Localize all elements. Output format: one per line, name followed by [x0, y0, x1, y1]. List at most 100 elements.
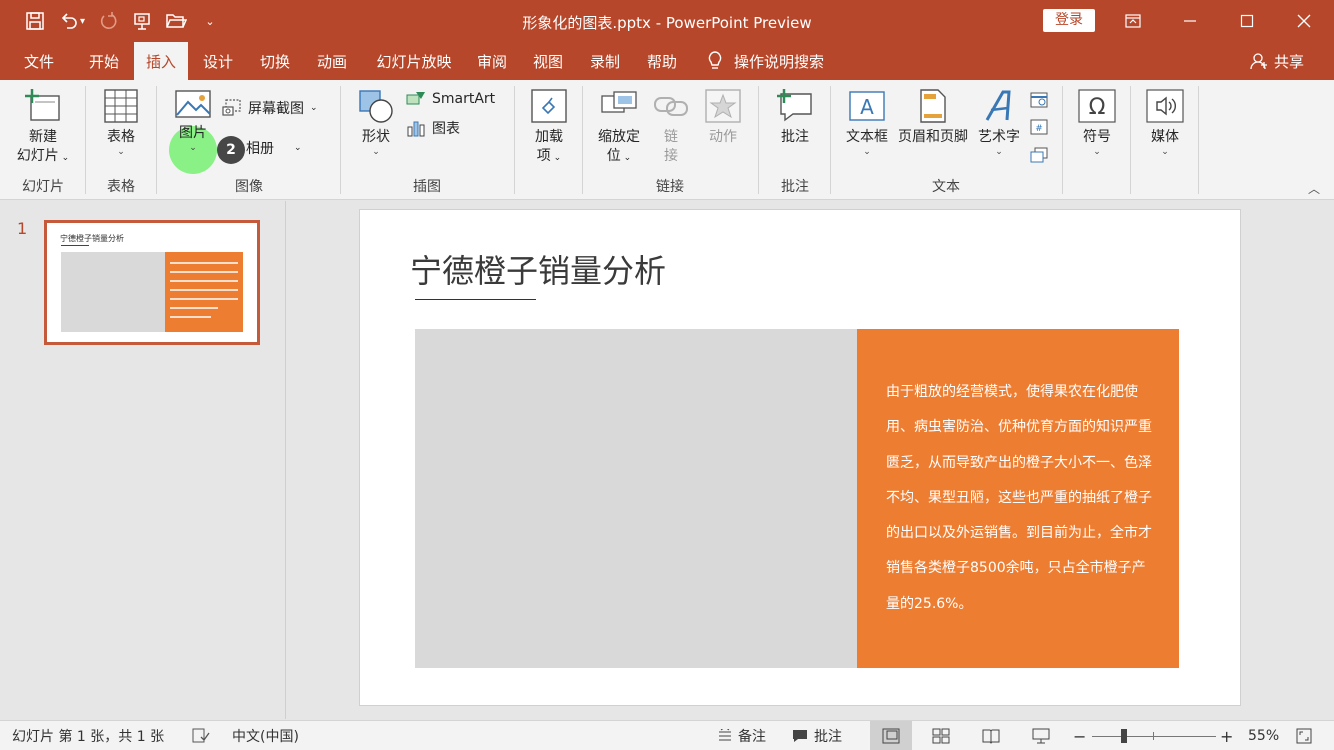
- tab-transitions[interactable]: 切换: [249, 42, 301, 80]
- ribbon-separator: [156, 86, 157, 194]
- table-button[interactable]: 表格 ⌄: [98, 88, 144, 157]
- ribbon-separator: [340, 86, 341, 194]
- share-button[interactable]: 共享: [1250, 42, 1304, 80]
- tab-view[interactable]: 视图: [522, 42, 574, 80]
- slide-sorter-view-icon[interactable]: [920, 721, 962, 750]
- smartart-button[interactable]: SmartArt: [406, 90, 495, 108]
- smartart-label: SmartArt: [432, 91, 496, 107]
- tab-home[interactable]: 开始: [78, 42, 130, 80]
- language-indicator[interactable]: 中文(中国): [232, 721, 299, 750]
- tab-slideshow[interactable]: 幻灯片放映: [364, 42, 464, 80]
- ribbon-separator: [1198, 86, 1199, 194]
- person-icon: [1250, 53, 1267, 70]
- comment-button[interactable]: 批注: [772, 88, 818, 147]
- shapes-button[interactable]: 形状 ⌄: [354, 88, 398, 157]
- action-button: 动作: [700, 88, 746, 147]
- screenshot-icon: [222, 99, 241, 116]
- group-label-illustrations: 插图: [413, 179, 441, 195]
- zoom-level[interactable]: 55%: [1248, 721, 1279, 750]
- slide-body-text[interactable]: 由于粗放的经营模式，使得果农在化肥使用、病虫害防治、优种优育方面的知识严重匮乏，…: [886, 375, 1156, 622]
- table-icon: [104, 89, 138, 123]
- minimize-icon[interactable]: [1162, 0, 1218, 42]
- thumbnail-underline: [61, 245, 89, 246]
- new-slide-button[interactable]: 新建 幻灯片 ⌄: [10, 88, 76, 168]
- textbox-icon: A: [849, 91, 885, 121]
- symbols-button[interactable]: Ω 符号 ⌄: [1074, 88, 1120, 157]
- accessibility-check-icon[interactable]: [192, 721, 210, 750]
- header-footer-button[interactable]: 页眉和页脚: [894, 88, 972, 147]
- reading-view-icon[interactable]: [970, 721, 1012, 750]
- zoom-in-icon[interactable]: +: [1220, 721, 1233, 750]
- maximize-icon[interactable]: [1219, 0, 1275, 42]
- picture-label: 图片: [179, 125, 207, 141]
- slide-number: 1: [17, 219, 28, 238]
- zoom-label-line1: 缩放定: [598, 129, 640, 145]
- symbols-label: 符号: [1083, 129, 1111, 145]
- addins-button[interactable]: 加载 项 ⌄: [526, 88, 572, 168]
- collapse-ribbon-icon[interactable]: ︿: [1308, 180, 1320, 197]
- ribbon-separator: [1062, 86, 1063, 194]
- tab-animations[interactable]: 动画: [306, 42, 358, 80]
- tab-insert[interactable]: 插入: [134, 42, 188, 82]
- text-panel[interactable]: 由于粗放的经营模式，使得果农在化肥使用、病虫害防治、优种优育方面的知识严重匮乏，…: [857, 329, 1179, 668]
- comment-label: 批注: [781, 129, 809, 145]
- normal-view-icon[interactable]: [870, 721, 912, 750]
- title-bar: ▾ ⌄ 形象化的图表.pptx - PowerPoint Preview 登录: [0, 0, 1334, 42]
- picture-button[interactable]: 图片 ⌄: [168, 88, 218, 153]
- shapes-icon: [359, 90, 393, 123]
- media-button[interactable]: 媒体 ⌄: [1142, 88, 1188, 157]
- zoom-out-icon[interactable]: −: [1073, 721, 1086, 750]
- link-icon: [654, 97, 688, 116]
- object-icon[interactable]: [1029, 146, 1049, 168]
- link-button: 链 接: [650, 88, 692, 166]
- notes-label: 备注: [738, 729, 766, 745]
- album-label: 相册: [246, 141, 274, 157]
- tab-help[interactable]: 帮助: [636, 42, 688, 80]
- group-label-tables: 表格: [107, 179, 135, 195]
- slideshow-view-icon[interactable]: [1020, 721, 1062, 750]
- ribbon-separator: [830, 86, 831, 194]
- chart-button[interactable]: 图表: [406, 118, 460, 138]
- screenshot-button[interactable]: 屏幕截图 ⌄: [222, 98, 318, 118]
- tab-design[interactable]: 设计: [192, 42, 244, 80]
- ribbon-separator: [85, 86, 86, 194]
- new-slide-icon: [25, 89, 60, 121]
- status-bar: 幻灯片 第 1 张，共 1 张 中文(中国) 备注 批注 − + 55%: [0, 720, 1334, 750]
- image-placeholder[interactable]: [415, 329, 857, 668]
- tab-review[interactable]: 审阅: [466, 42, 518, 80]
- notes-button[interactable]: 备注: [718, 721, 766, 750]
- new-slide-label-line2: 幻灯片: [16, 148, 59, 164]
- photo-album-button[interactable]: 相册 ⌄: [246, 138, 302, 158]
- smartart-icon: [406, 92, 425, 105]
- wordart-icon: [985, 90, 1011, 121]
- tab-record[interactable]: 录制: [579, 42, 631, 80]
- tell-me-search[interactable]: 操作说明搜索: [706, 42, 824, 80]
- zoom-label-line2: 位: [606, 148, 621, 164]
- close-icon[interactable]: [1276, 0, 1332, 42]
- group-label-links: 链接: [656, 179, 684, 195]
- slide-info: 幻灯片 第 1 张，共 1 张: [12, 729, 165, 745]
- slide-title[interactable]: 宁德橙子销量分析: [410, 246, 666, 292]
- slide-number-icon[interactable]: #: [1029, 118, 1049, 140]
- zoom-slider-track[interactable]: [1092, 736, 1216, 737]
- zoom-slider-thumb[interactable]: [1121, 729, 1127, 743]
- date-time-icon[interactable]: [1029, 90, 1049, 112]
- comment-bubble-icon: [793, 730, 807, 742]
- wordart-button[interactable]: 艺术字 ⌄: [974, 88, 1024, 157]
- tab-file[interactable]: 文件: [14, 42, 64, 80]
- new-slide-label-line1: 新建: [29, 129, 57, 145]
- picture-icon: [175, 90, 211, 118]
- lightbulb-icon: [708, 51, 722, 69]
- zoom-button[interactable]: 缩放定 位 ⌄: [592, 88, 646, 168]
- comments-button[interactable]: 批注: [792, 721, 842, 750]
- svg-text:#: #: [1035, 124, 1043, 134]
- textbox-button[interactable]: A 文本框 ⌄: [840, 88, 894, 157]
- login-button[interactable]: 登录: [1043, 9, 1095, 32]
- thumbnail-orange-box: [165, 252, 243, 332]
- fit-to-window-icon[interactable]: [1296, 721, 1312, 750]
- slide-canvas[interactable]: 宁德橙子销量分析 由于粗放的经营模式，使得果农在化肥使用、病虫害防治、优种优育方…: [360, 210, 1240, 705]
- slide-thumbnail[interactable]: 宁德橙子销量分析: [44, 220, 260, 345]
- ribbon-display-options-icon[interactable]: [1105, 0, 1161, 42]
- header-footer-label: 页眉和页脚: [898, 129, 968, 145]
- group-label-slides: 幻灯片: [22, 179, 64, 195]
